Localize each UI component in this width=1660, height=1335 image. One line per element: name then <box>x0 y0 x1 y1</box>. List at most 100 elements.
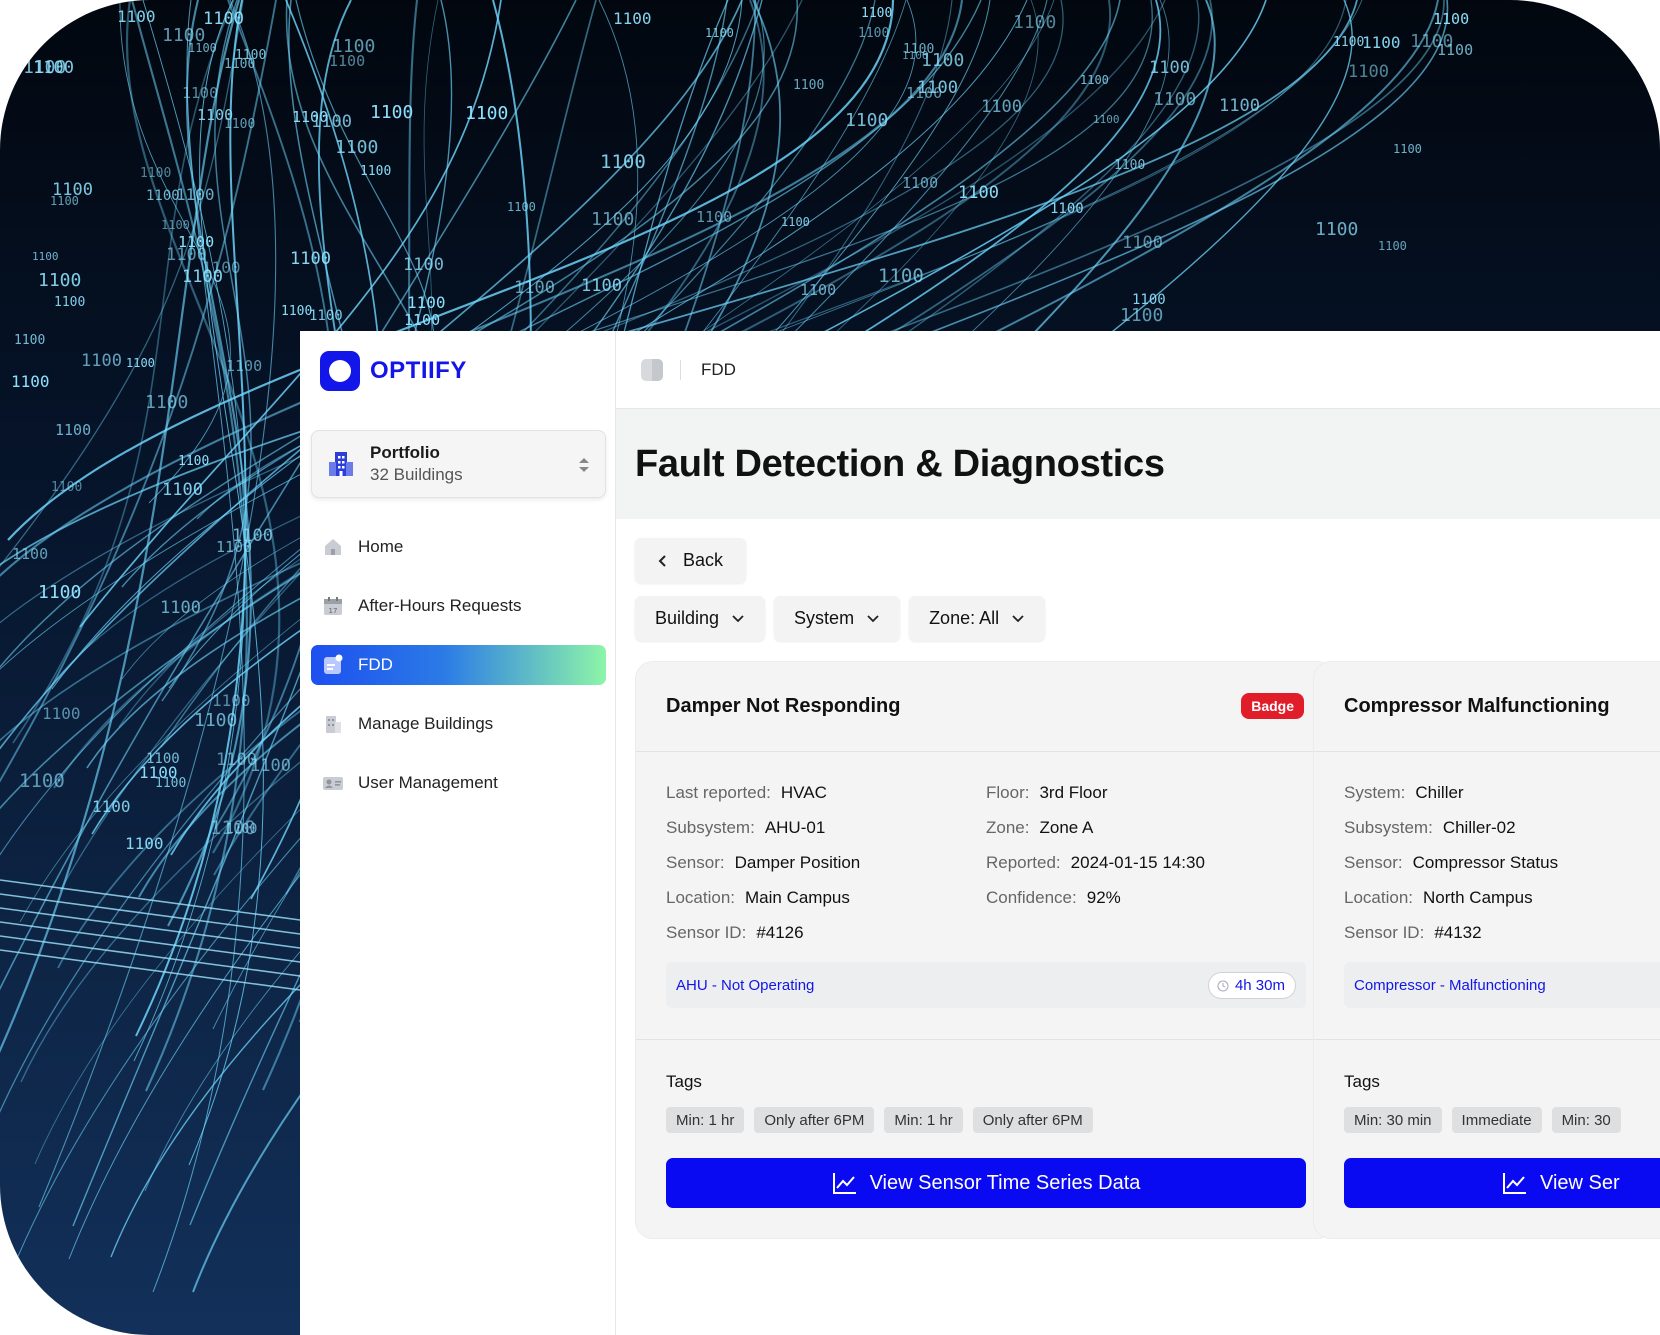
fault-status-text: AHU - Not Operating <box>676 976 815 994</box>
panel-toggle-icon[interactable] <box>641 358 663 381</box>
binary-text: 1100 <box>160 598 201 618</box>
detail-row: System: Chiller <box>1344 775 1660 810</box>
binary-text: 1100 <box>902 49 929 62</box>
portfolio-title: Portfolio <box>370 443 440 462</box>
filter-zone[interactable]: Zone: All <box>909 596 1046 641</box>
page-title: Fault Detection & Diagnostics <box>635 442 1165 485</box>
sidebar: OPTIIFY Portfolio 32 Buildings Home 17 A… <box>300 331 616 1335</box>
sidebar-item-label: Manage Buildings <box>358 714 494 733</box>
card-header: Damper Not Responding Badge <box>636 662 1334 752</box>
detail-label: Confidence: <box>986 887 1077 907</box>
card-divider <box>1314 1039 1660 1040</box>
binary-text: 1100 <box>292 108 329 126</box>
line-chart-icon <box>832 1173 856 1194</box>
binary-text: 1100 <box>696 208 733 226</box>
portfolio-selector[interactable]: Portfolio 32 Buildings <box>311 430 606 498</box>
detail-value: HVAC <box>780 782 827 802</box>
view-sensor-data-button[interactable]: View Ser <box>1344 1158 1660 1208</box>
app-window: OPTIIFY Portfolio 32 Buildings Home 17 A… <box>300 331 1660 1335</box>
detail-value: Chiller-02 <box>1442 817 1516 837</box>
binary-text: 1100 <box>407 293 446 312</box>
binary-text: 1100 <box>1333 35 1365 50</box>
binary-text: 1100 <box>281 304 313 319</box>
chevron-left-icon <box>658 554 666 567</box>
binary-text: 1100 <box>404 311 441 329</box>
binary-text: 1100 <box>54 295 86 310</box>
detail-row: Last reported: HVAC <box>666 775 986 810</box>
binary-text: 1100 <box>600 151 646 173</box>
sidebar-item-label: FDD <box>358 655 393 674</box>
binary-text: 1100 <box>878 265 924 287</box>
sidebar-item-label: Home <box>358 537 404 556</box>
tag: Min: 1 hr <box>884 1107 963 1133</box>
sidebar-item-user-management[interactable]: User Management <box>311 763 606 803</box>
filter-system[interactable]: System <box>774 596 901 641</box>
binary-text: 1100 <box>1315 219 1359 240</box>
binary-text: 1100 <box>858 26 890 41</box>
card-title: Compressor Malfunctioning <box>1344 695 1610 717</box>
sidebar-nav: Home 17 After-Hours Requests FDD Manage … <box>311 527 606 822</box>
binary-text: 1100 <box>126 356 155 370</box>
detail-label: Subsystem: <box>1344 817 1433 837</box>
binary-text: 1100 <box>226 357 263 375</box>
sidebar-item-manage-buildings[interactable]: Manage Buildings <box>311 704 606 744</box>
binary-text: 1100 <box>1219 96 1260 116</box>
filter-label: Building <box>655 608 720 628</box>
filter-building[interactable]: Building <box>635 596 766 641</box>
svg-text:17: 17 <box>329 607 338 615</box>
sidebar-item-home[interactable]: Home <box>311 527 606 567</box>
binary-text: 1100 <box>1433 10 1470 28</box>
detail-value: 2024-01-15 14:30 <box>1070 852 1205 872</box>
detail-row: Subsystem: Chiller-02 <box>1344 810 1660 845</box>
binary-text: 1100 <box>81 351 122 371</box>
detail-row: Reported: 2024-01-15 14:30 <box>986 845 1306 880</box>
binary-text: 1100 <box>146 188 180 204</box>
binary-text: 1100 <box>117 7 156 26</box>
back-button[interactable]: Back <box>635 538 746 583</box>
detail-row: Floor: 3rd Floor <box>986 775 1306 810</box>
logo-icon <box>320 351 360 391</box>
detail-value: AHU-01 <box>764 817 826 837</box>
duration-pill: 4h 30m <box>1207 972 1296 999</box>
cta-label: View Sensor Time Series Data <box>869 1171 1141 1194</box>
detail-label: Subsystem: <box>666 817 755 837</box>
calendar-icon: 17 <box>322 595 344 617</box>
detail-row: Sensor ID: #4132 <box>1344 915 1660 950</box>
binary-text: 1100 <box>140 166 172 181</box>
sidebar-item-after-hours-requests[interactable]: 17 After-Hours Requests <box>311 586 606 626</box>
binary-text: 1100 <box>92 797 131 816</box>
detail-label: Last reported: <box>666 782 771 802</box>
brand-logo[interactable]: OPTIIFY <box>320 351 467 391</box>
detail-row: Zone: Zone A <box>986 810 1306 845</box>
binary-text: 1100 <box>1153 89 1197 110</box>
binary-text: 1100 <box>845 110 889 131</box>
detail-label: Zone: <box>986 817 1030 837</box>
binary-text: 1100 <box>42 704 81 723</box>
detail-label: System: <box>1344 782 1406 802</box>
binary-text: 1100 <box>38 582 82 603</box>
detail-value: Chiller <box>1415 782 1464 802</box>
sidebar-item-fdd[interactable]: FDD <box>311 645 606 685</box>
binary-text: 1100 <box>51 480 83 495</box>
detail-value: Zone A <box>1039 817 1094 837</box>
fdd-icon <box>322 654 344 676</box>
detail-label: Reported: <box>986 852 1061 872</box>
card-header: Compressor Malfunctioning <box>1314 662 1660 752</box>
binary-text: 1100 <box>19 770 65 792</box>
binary-text: 1100 <box>210 817 256 839</box>
detail-value: #4126 <box>756 922 804 942</box>
binary-text: 1100 <box>216 538 253 556</box>
tag: Only after 6PM <box>754 1107 875 1133</box>
binary-text: 1100 <box>145 392 189 413</box>
user-card-icon <box>322 772 344 794</box>
binary-text: 1100 <box>403 255 444 275</box>
binary-text: 1100 <box>1362 33 1401 52</box>
binary-text: 1100 <box>1149 58 1190 78</box>
status-badge: Badge <box>1241 693 1304 719</box>
details-left: Last reported: HVAC Subsystem: AHU-01 Sens… <box>666 775 986 950</box>
binary-text: 1100 <box>50 194 79 208</box>
detail-label: Floor: <box>986 782 1030 802</box>
main-content: FDD Fault Detection & Diagnostics Back B… <box>616 331 1660 1335</box>
binary-text: 1100 <box>329 52 366 70</box>
view-sensor-data-button[interactable]: View Sensor Time Series Data <box>666 1158 1306 1208</box>
